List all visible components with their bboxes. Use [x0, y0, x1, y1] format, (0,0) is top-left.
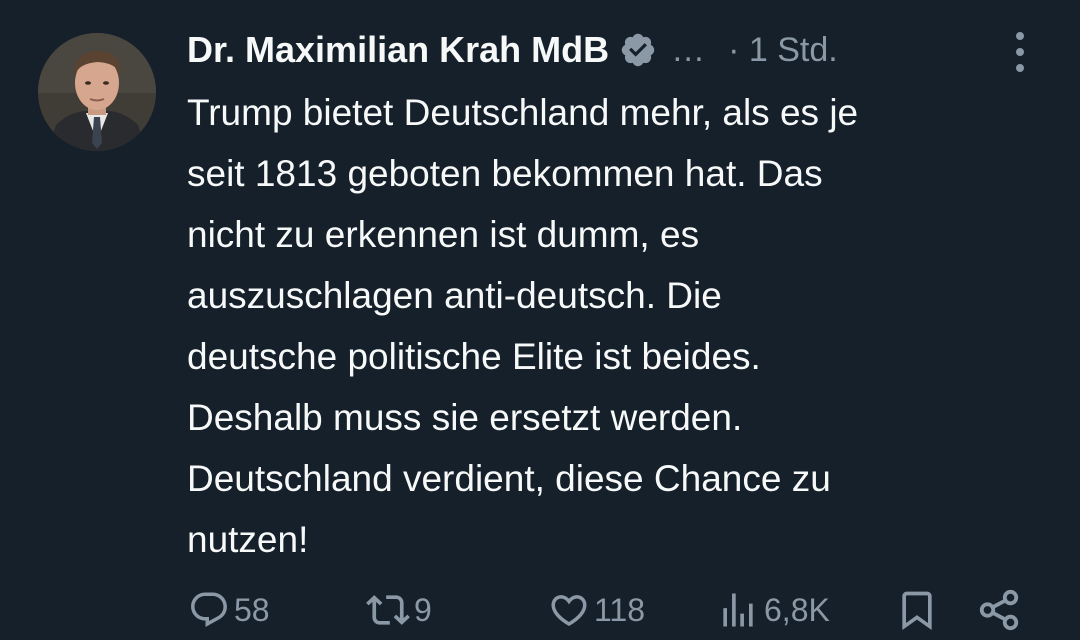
tweet-text-line: nutzen!: [187, 519, 309, 560]
verified-badge-icon[interactable]: [619, 31, 657, 69]
more-icon[interactable]: [1008, 32, 1032, 72]
tweet-text: Trump bietet Deutschland mehr, als es je…: [187, 82, 1052, 570]
reply-button[interactable]: 58: [188, 585, 270, 635]
views-icon: [716, 588, 760, 632]
tweet-text-line: deutsche politische Elite ist beides.: [187, 336, 761, 377]
avatar[interactable]: [38, 33, 156, 151]
tweet-header: Dr. Maximilian Krah MdB … · 1 Std.: [187, 22, 838, 78]
tweet-text-line: Deutschland verdient, diese Chance zu: [187, 458, 831, 499]
author-name[interactable]: Dr. Maximilian Krah MdB: [187, 29, 609, 71]
repost-button[interactable]: 9: [366, 585, 432, 635]
like-button[interactable]: 118: [548, 585, 645, 635]
repost-count: 9: [414, 591, 432, 628]
bookmark-button[interactable]: [895, 585, 939, 635]
tweet-text-line: seit 1813 geboten bekommen hat. Das: [187, 153, 823, 194]
share-icon: [976, 587, 1022, 633]
reply-count: 58: [234, 591, 270, 628]
repost-icon: [366, 588, 410, 632]
views-count: 6,8K: [764, 591, 830, 628]
action-bar: 58 9 118 6,8K: [0, 585, 1080, 635]
views-button[interactable]: 6,8K: [716, 585, 830, 635]
tweet-text-line: Deshalb muss sie ersetzt werden.: [187, 397, 743, 438]
like-icon: [548, 589, 590, 631]
share-button[interactable]: [976, 585, 1022, 635]
like-count: 118: [594, 591, 646, 628]
bookmark-icon: [895, 588, 939, 632]
tweet-text-line: auszuschlagen anti-deutsch. Die: [187, 275, 722, 316]
tweet-text-line: nicht zu erkennen ist dumm, es: [187, 214, 700, 255]
reply-icon: [188, 589, 230, 631]
name-overflow-ellipsis: …: [671, 30, 707, 69]
tweet-text-line: Trump bietet Deutschland mehr, als es je: [187, 92, 859, 133]
timestamp[interactable]: · 1 Std.: [728, 31, 838, 70]
